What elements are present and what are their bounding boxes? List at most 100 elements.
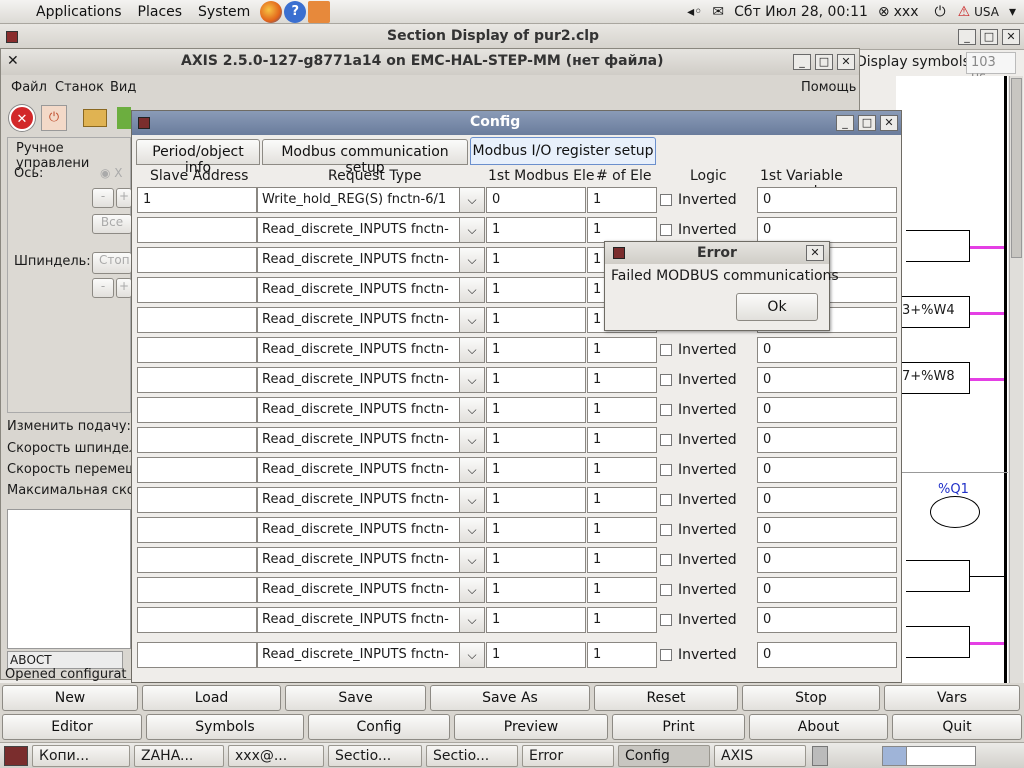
show-desktop-icon[interactable] — [4, 745, 28, 766]
chevron-down-icon[interactable]: ⌵ — [459, 487, 485, 513]
power-icon[interactable]: ⏻ — [41, 105, 67, 131]
slave-address-input[interactable] — [137, 247, 257, 273]
checkbox-icon[interactable] — [660, 404, 672, 416]
first-modbus-ele-input[interactable]: 1 — [486, 547, 586, 573]
datetime[interactable]: Сбт Июл 28, 00:11 — [734, 4, 868, 20]
tab-modbus-communication[interactable]: Modbus communication setup — [262, 139, 468, 176]
logic-checkbox[interactable]: Inverted — [660, 402, 737, 418]
slave-address-input[interactable] — [137, 607, 257, 633]
tab-modbus-io-register[interactable]: Modbus I/O register setup — [470, 137, 656, 165]
request-type-select[interactable]: Read_discrete_INPUTS fnctn- — [257, 487, 461, 513]
window-menu-icon[interactable] — [6, 31, 18, 43]
about-button[interactable]: About — [749, 714, 888, 740]
checkbox-icon[interactable] — [660, 524, 672, 536]
logic-checkbox[interactable]: Inverted — [660, 192, 737, 208]
request-type-select[interactable]: Read_discrete_INPUTS fnctn- — [257, 427, 461, 453]
first-modbus-ele-input[interactable]: 1 — [486, 642, 586, 668]
spindle-plus-button[interactable]: + — [116, 278, 132, 298]
jog-minus-button[interactable]: - — [92, 188, 114, 208]
first-variable-input[interactable]: 0 — [757, 397, 897, 423]
num-ele-input[interactable]: 1 — [587, 642, 657, 668]
num-ele-input[interactable]: 1 — [587, 397, 657, 423]
home-all-button[interactable]: Все — [92, 214, 132, 234]
open-folder-icon[interactable] — [83, 109, 107, 127]
checkbox-icon[interactable] — [660, 649, 672, 661]
spindle-stop-button[interactable]: Стоп — [92, 252, 132, 274]
first-modbus-ele-input[interactable]: 1 — [486, 487, 586, 513]
folder-icon[interactable] — [308, 0, 331, 23]
chevron-down-icon[interactable]: ⌵ — [459, 517, 485, 543]
num-ele-input[interactable]: 1 — [587, 187, 657, 213]
checkbox-icon[interactable] — [660, 584, 672, 596]
menu-help[interactable]: Помощь — [801, 80, 856, 95]
checkbox-icon[interactable] — [660, 224, 672, 236]
chevron-down-icon[interactable]: ⌵ — [459, 607, 485, 633]
symbols-button[interactable]: Symbols — [146, 714, 304, 740]
logic-checkbox[interactable]: Inverted — [660, 552, 737, 568]
checkbox-icon[interactable] — [660, 374, 672, 386]
menu-view[interactable]: Вид — [110, 80, 136, 95]
chevron-down-icon[interactable]: ⌵ — [459, 397, 485, 423]
first-variable-input[interactable]: 0 — [757, 642, 897, 668]
estop-icon[interactable]: ✕ — [9, 105, 35, 131]
tab-period-object-info[interactable]: Period/object info — [136, 139, 260, 176]
chevron-down-icon[interactable]: ⌵ — [459, 457, 485, 483]
logic-checkbox[interactable]: Inverted — [660, 522, 737, 538]
first-variable-input[interactable]: 0 — [757, 517, 897, 543]
stop-button[interactable]: Stop — [742, 685, 880, 711]
firefox-icon[interactable] — [260, 0, 283, 23]
workspace-switcher[interactable] — [882, 746, 976, 766]
maximize-icon[interactable]: □ — [815, 54, 833, 70]
keyboard-layout[interactable]: USA — [974, 5, 999, 19]
request-type-select[interactable]: Read_discrete_INPUTS fnctn- — [257, 397, 461, 423]
request-type-select[interactable]: Write_hold_REG(S) fnctn-6/1 — [257, 187, 461, 213]
first-modbus-ele-input[interactable]: 1 — [486, 217, 586, 243]
checkbox-icon[interactable] — [660, 434, 672, 446]
chevron-down-icon[interactable]: ⌵ — [459, 277, 485, 303]
request-type-select[interactable]: Read_discrete_INPUTS fnctn- — [257, 217, 461, 243]
logic-checkbox[interactable]: Inverted — [660, 462, 737, 478]
request-type-select[interactable]: Read_discrete_INPUTS fnctn- — [257, 367, 461, 393]
print-button[interactable]: Print — [612, 714, 745, 740]
chevron-down-icon[interactable]: ⌵ — [459, 337, 485, 363]
first-modbus-ele-input[interactable]: 1 — [486, 367, 586, 393]
request-type-select[interactable]: Read_discrete_INPUTS fnctn- — [257, 607, 461, 633]
request-type-select[interactable]: Read_discrete_INPUTS fnctn- — [257, 337, 461, 363]
checkbox-icon[interactable] — [660, 494, 672, 506]
config-button[interactable]: Config — [308, 714, 450, 740]
first-variable-input[interactable]: 0 — [757, 427, 897, 453]
menu-machine[interactable]: Станок — [55, 80, 104, 95]
first-modbus-ele-input[interactable]: 1 — [486, 607, 586, 633]
request-type-select[interactable]: Read_discrete_INPUTS fnctn- — [257, 517, 461, 543]
request-type-select[interactable]: Read_discrete_INPUTS fnctn- — [257, 457, 461, 483]
applications-menu[interactable]: Applications — [0, 4, 130, 20]
close-icon[interactable]: ✕ — [806, 245, 824, 261]
chevron-down-icon[interactable]: ⌵ — [459, 217, 485, 243]
first-modbus-ele-input[interactable]: 0 — [486, 187, 586, 213]
jog-plus-button[interactable]: + — [116, 188, 132, 208]
close-icon[interactable]: ✕ — [880, 115, 898, 131]
first-variable-input[interactable]: 0 — [757, 547, 897, 573]
task-copy[interactable]: Копи... — [32, 744, 130, 767]
minimize-icon[interactable]: _ — [793, 54, 811, 70]
task-axis[interactable]: AXIS — [714, 744, 806, 767]
first-modbus-ele-input[interactable]: 1 — [486, 247, 586, 273]
checkbox-icon[interactable] — [660, 194, 672, 206]
close-icon[interactable]: ✕ — [837, 54, 855, 70]
first-modbus-ele-input[interactable]: 1 — [486, 397, 586, 423]
scroll-thumb[interactable] — [1011, 78, 1022, 258]
request-type-select[interactable]: Read_discrete_INPUTS fnctn- — [257, 577, 461, 603]
task-section-2[interactable]: Sectio... — [426, 744, 518, 767]
num-ele-input[interactable]: 1 — [587, 517, 657, 543]
axis-x-radio[interactable]: ◉ X — [100, 166, 123, 180]
chevron-down-icon[interactable]: ⌵ — [459, 547, 485, 573]
first-variable-input[interactable]: 0 — [757, 217, 897, 243]
preview-button[interactable]: Preview — [454, 714, 608, 740]
slave-address-input[interactable] — [137, 642, 257, 668]
slave-address-input[interactable] — [137, 547, 257, 573]
num-ele-input[interactable]: 1 — [587, 457, 657, 483]
task-zaha[interactable]: ZAHA... — [134, 744, 224, 767]
minimize-icon[interactable]: _ — [958, 29, 976, 45]
chevron-down-icon[interactable]: ⌵ — [459, 187, 485, 213]
checkbox-icon[interactable] — [660, 554, 672, 566]
